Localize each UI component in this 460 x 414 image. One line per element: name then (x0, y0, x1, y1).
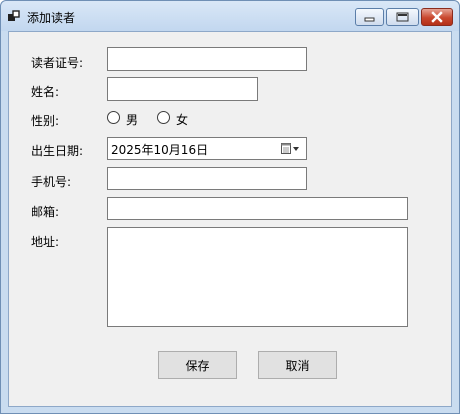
reader-id-label: 读者证号: (31, 56, 84, 70)
title-bar[interactable]: 添加读者 (1, 1, 459, 31)
gender-option-female[interactable]: 女 (157, 110, 197, 127)
birth-date-picker[interactable]: 2025年10月16日 (107, 137, 307, 160)
female-label: 女 (176, 113, 189, 127)
maximize-button[interactable] (386, 8, 419, 26)
male-label: 男 (126, 113, 139, 127)
minimize-icon (364, 17, 375, 22)
form-panel: 读者证号: 姓名: 性别: 男 女 出生日期: 2025年10月16日 手机号:… (8, 31, 452, 407)
app-icon (8, 10, 20, 21)
close-button[interactable] (421, 8, 453, 26)
maximize-icon (396, 12, 409, 22)
calendar-dropdown-icon[interactable] (281, 142, 301, 155)
birth-date-value: 2025年10月16日 (111, 143, 209, 157)
gender-option-male[interactable]: 男 (107, 110, 147, 127)
female-radio[interactable] (157, 111, 170, 124)
window-title: 添加读者 (27, 11, 76, 25)
birth-date-label: 出生日期: (31, 144, 84, 158)
reader-id-input[interactable] (107, 47, 307, 71)
cancel-button[interactable]: 取消 (258, 351, 337, 379)
address-label: 地址: (31, 235, 60, 249)
save-button[interactable]: 保存 (158, 351, 237, 379)
minimize-button[interactable] (355, 8, 384, 26)
phone-label: 手机号: (31, 175, 72, 189)
phone-input[interactable] (107, 167, 307, 190)
dialog-window: 添加读者 读者证号: 姓名: 性别: 男 女 出生日期: 2025年10月16日… (0, 0, 460, 414)
name-input[interactable] (107, 77, 258, 101)
gender-label: 性别: (31, 114, 60, 128)
close-icon (431, 11, 443, 23)
address-textarea[interactable] (107, 227, 408, 327)
email-input[interactable] (107, 197, 408, 220)
name-label: 姓名: (31, 85, 60, 99)
email-label: 邮箱: (31, 205, 60, 219)
male-radio[interactable] (107, 111, 120, 124)
